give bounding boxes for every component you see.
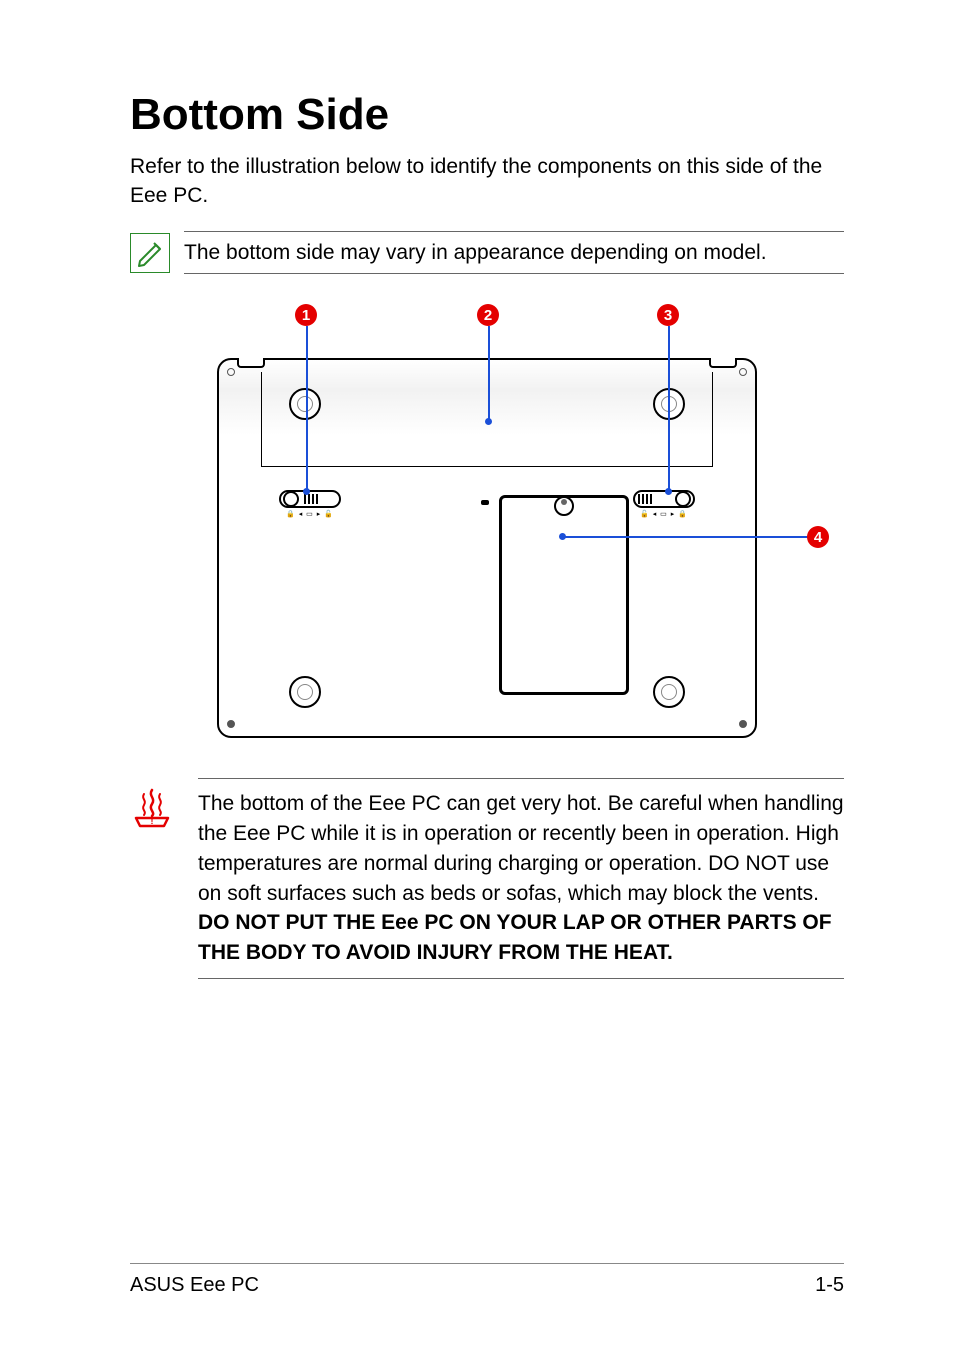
footer-left: ASUS Eee PC — [130, 1274, 259, 1297]
screw-bl — [227, 720, 235, 728]
callout-leader-4 — [563, 536, 809, 538]
screw-tl — [227, 368, 235, 376]
caution-block: ! The bottom of the Eee PC can get very … — [130, 778, 844, 979]
footer-right: 1-5 — [815, 1274, 844, 1297]
hinge-tab-right — [709, 358, 737, 368]
latch-icons-right: 🔓 ◂ ▭ ▸ 🔒 — [633, 510, 695, 518]
intro-paragraph: Refer to the illustration below to ident… — [130, 152, 844, 211]
rubber-foot-tl — [289, 388, 321, 420]
note-text: The bottom side may vary in appearance d… — [184, 231, 844, 274]
screw-br — [739, 720, 747, 728]
note-icon — [130, 233, 170, 273]
chassis-outline: 🔒 ◂ ▭ ▸ 🔓 🔓 ◂ ▭ ▸ 🔒 — [217, 358, 757, 738]
callout-badge-3: 3 — [657, 304, 679, 326]
caution-text: The bottom of the Eee PC can get very ho… — [198, 778, 844, 979]
rubber-foot-bl — [289, 676, 321, 708]
reset-hole — [481, 500, 489, 505]
svg-text:!: ! — [151, 816, 154, 826]
callout-leader-3 — [668, 326, 670, 491]
hot-surface-icon: ! — [130, 786, 174, 835]
latch-icons-left: 🔒 ◂ ▭ ▸ 🔓 — [279, 510, 341, 518]
caution-bold: DO NOT PUT THE Eee PC ON YOUR LAP OR OTH… — [198, 911, 832, 964]
callout-leader-1 — [306, 326, 308, 491]
rubber-foot-br — [653, 676, 685, 708]
caution-body: The bottom of the Eee PC can get very ho… — [198, 792, 844, 904]
battery-latch-right: 🔓 ◂ ▭ ▸ 🔒 — [633, 490, 695, 520]
hinge-tab-left — [237, 358, 265, 368]
callout-badge-1: 1 — [295, 304, 317, 326]
callout-leader-2 — [488, 326, 490, 421]
battery-seam — [261, 466, 713, 467]
page-footer: ASUS Eee PC 1-5 — [130, 1263, 844, 1297]
bottom-diagram: 1 2 3 4 — [167, 298, 807, 748]
note-block: The bottom side may vary in appearance d… — [130, 231, 844, 274]
section-heading: Bottom Side — [130, 90, 844, 140]
battery-latch-left: 🔒 ◂ ▭ ▸ 🔓 — [279, 490, 341, 520]
battery-seam-left — [261, 372, 262, 466]
callout-badge-4: 4 — [807, 526, 829, 548]
diagram-container: 1 2 3 4 — [130, 298, 844, 748]
callout-badge-2: 2 — [477, 304, 499, 326]
screw-tr — [739, 368, 747, 376]
memory-compartment — [499, 495, 629, 695]
battery-seam-right — [712, 372, 713, 466]
